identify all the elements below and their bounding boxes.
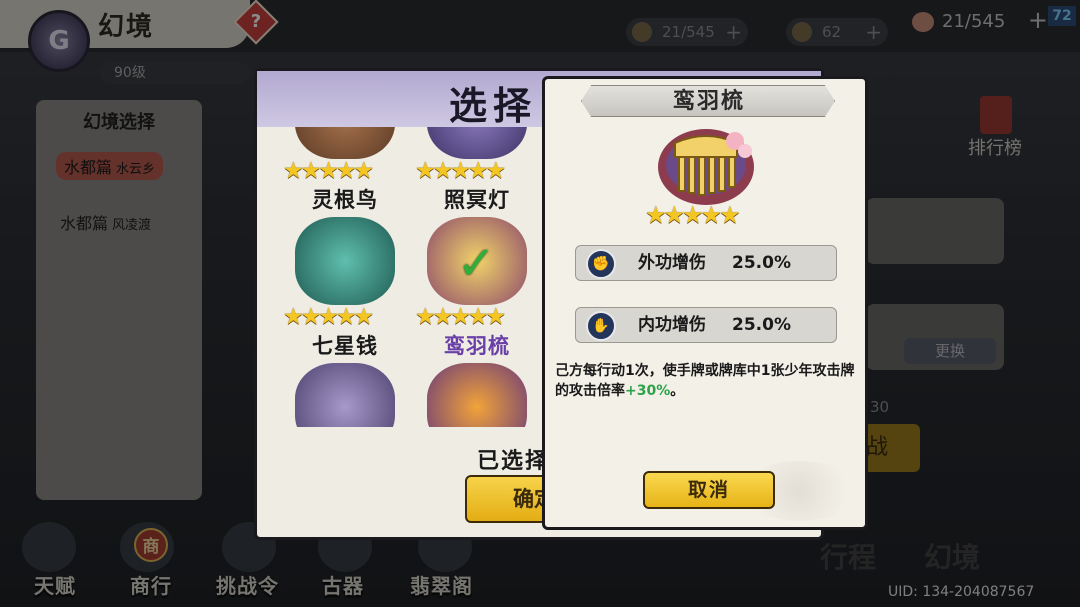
star-rating: ★★★★★ — [283, 304, 374, 330]
relic-art — [295, 217, 395, 305]
relic-card-1[interactable]: ★★★★★ 灵根鸟 — [281, 127, 409, 217]
relic-card-3[interactable]: ★★★★★ 七星钱 — [281, 217, 409, 363]
relic-name: 照冥灯 — [444, 188, 510, 212]
stat-row-external: ✊ 外功增伤 25.0% — [575, 245, 837, 281]
detail-title-bar: 鸾羽梳 — [581, 85, 835, 117]
relic-art — [295, 363, 395, 427]
relic-card-5[interactable] — [281, 363, 409, 427]
detail-title: 鸾羽梳 — [672, 89, 745, 114]
effect-description: 己方每行动1次，使手牌或牌库中1张少年攻击牌的攻击倍率+30%。 — [555, 363, 855, 399]
star-rating: ★★★★★ — [283, 158, 374, 184]
checkmark-icon: ✓ — [457, 236, 496, 290]
relic-detail-panel: 鸾羽梳 ★★★★★ ✊ 外功增伤 25.0% ✋ 内功增伤 25.0% 己方每行… — [542, 76, 868, 530]
relic-card-6[interactable] — [413, 363, 541, 427]
stat-name: 内功增伤 — [638, 315, 706, 335]
star-rating: ★★★★★ — [415, 158, 506, 184]
comb-relic-art — [658, 129, 754, 205]
relic-name: 鸾羽梳 — [444, 334, 510, 358]
dialog-title: 选择 — [449, 84, 538, 128]
stat-value: 25.0% — [732, 315, 791, 335]
relic-art — [427, 127, 527, 159]
relic-grid: ★★★★★ 灵根鸟 ★★★★★ 照冥灯 ★★★★★ 七星钱 ✓ ★★★★★ 鸾羽… — [281, 127, 541, 427]
detail-star-rating: ★★★★★ — [645, 201, 741, 229]
cancel-button[interactable]: 取消 — [643, 471, 775, 509]
palm-icon: ✋ — [586, 311, 616, 341]
selected-count-label: 已选择 — [477, 449, 550, 474]
relic-name: 七星钱 — [312, 334, 378, 358]
star-rating: ★★★★★ — [415, 304, 506, 330]
stat-name: 外功增伤 — [638, 253, 706, 273]
relic-art — [427, 363, 527, 427]
relic-art — [295, 127, 395, 159]
relic-name: 灵根鸟 — [312, 188, 378, 212]
stat-row-internal: ✋ 内功增伤 25.0% — [575, 307, 837, 343]
relic-card-2[interactable]: ★★★★★ 照冥灯 — [413, 127, 541, 217]
effect-highlight: +30% — [625, 383, 671, 399]
relic-card-4-selected[interactable]: ✓ ★★★★★ 鸾羽梳 — [413, 217, 541, 363]
fist-icon: ✊ — [586, 249, 616, 279]
stat-value: 25.0% — [732, 253, 791, 273]
